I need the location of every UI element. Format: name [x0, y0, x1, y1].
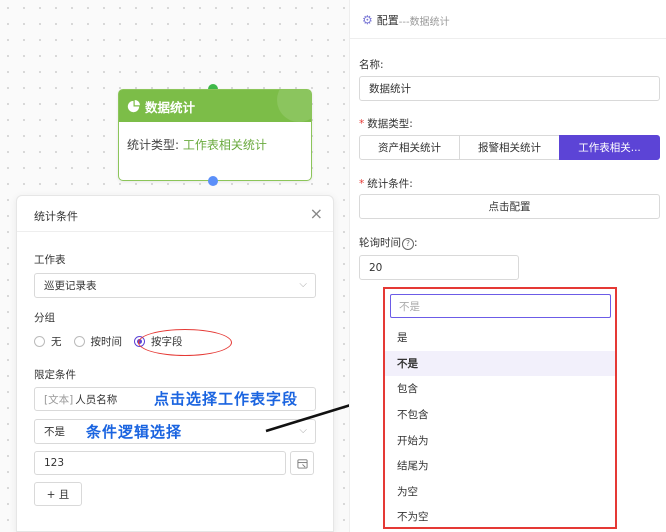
name-input[interactable]: 数据统计 — [359, 76, 660, 101]
logic-dropdown: 不是 是 不是 包含 不包含 开始为 结尾为 为空 不为空 — [383, 287, 617, 529]
dropdown-option[interactable]: 包含 — [385, 376, 615, 402]
data-type-label: 数据类型: — [367, 118, 413, 130]
poll-input[interactable]: 20 — [359, 255, 519, 280]
condition-label: 统计条件: — [367, 178, 413, 190]
name-input-value: 数据统计 — [369, 83, 411, 95]
help-icon[interactable]: ? — [402, 238, 414, 250]
dropdown-option[interactable]: 是 — [385, 325, 615, 351]
dropdown-search-input[interactable]: 不是 — [390, 294, 611, 318]
dropdown-list: 是 不是 包含 不包含 开始为 结尾为 为空 不为空 — [385, 325, 615, 527]
dropdown-option[interactable]: 为空 — [385, 479, 615, 505]
poll-label: 轮询时间 — [359, 237, 401, 249]
poll-label-row: 轮询时间?: — [359, 235, 418, 250]
config-header: ⚙ 配置 ---数据统计 — [362, 12, 450, 28]
required-mark: * — [359, 118, 365, 130]
name-label: 名称: — [359, 59, 384, 71]
dropdown-option[interactable]: 开始为 — [385, 427, 615, 453]
poll-colon: : — [414, 237, 418, 249]
configure-button[interactable]: 点击配置 — [359, 194, 660, 219]
config-title: 配置 — [376, 14, 399, 27]
dropdown-search-placeholder: 不是 — [399, 300, 420, 313]
data-type-segmented: 资产相关统计 报警相关统计 工作表相关... — [359, 135, 660, 160]
gear-icon: ⚙ — [362, 13, 373, 27]
condition-label-row: * 统计条件: — [359, 176, 413, 191]
data-type-label-row: * 数据类型: — [359, 116, 413, 131]
config-subtitle: ---数据统计 — [398, 16, 450, 28]
dropdown-option[interactable]: 不包含 — [385, 402, 615, 428]
poll-input-value: 20 — [369, 261, 383, 274]
data-type-worksheet[interactable]: 工作表相关... — [559, 135, 660, 160]
dropdown-option[interactable]: 不为空 — [385, 504, 615, 527]
dropdown-option-selected[interactable]: 不是 — [385, 350, 615, 377]
required-mark: * — [359, 178, 365, 190]
data-type-alarm[interactable]: 报警相关统计 — [459, 135, 560, 160]
dropdown-option[interactable]: 结尾为 — [385, 453, 615, 479]
data-type-asset[interactable]: 资产相关统计 — [359, 135, 460, 160]
config-divider — [350, 38, 666, 39]
